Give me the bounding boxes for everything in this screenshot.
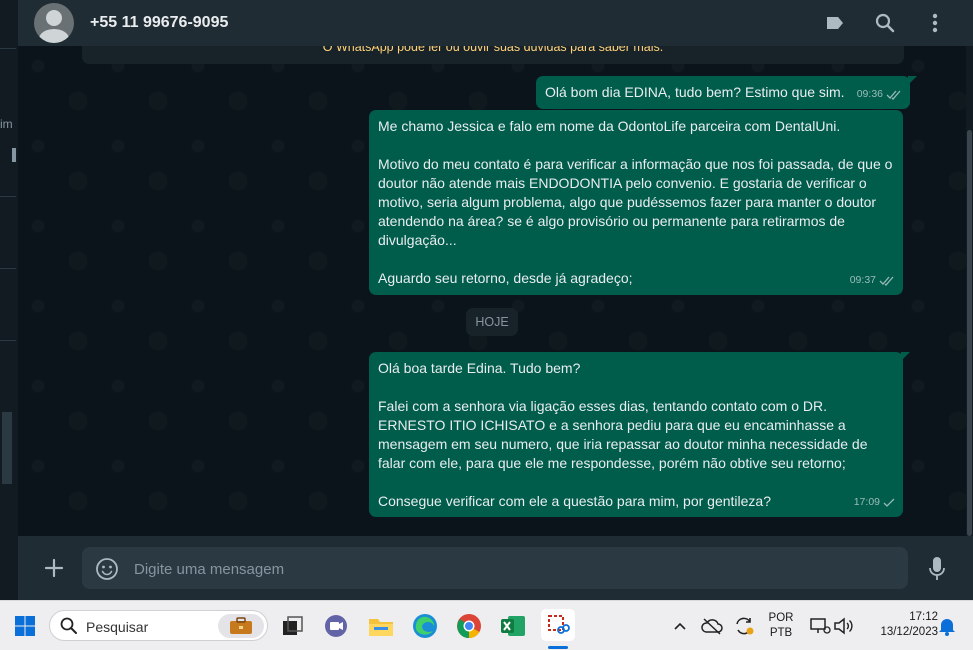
language-indicator[interactable]: POR PTB [764, 611, 798, 641]
message-meta: 09:37 [850, 271, 895, 290]
bubble-tail [908, 76, 917, 85]
file-explorer-icon[interactable] [366, 611, 396, 641]
search-icon [60, 617, 77, 634]
windows-icon [15, 616, 35, 636]
system-notice-text: O WhatsApp pode ler ou ouvir suas dúvida… [322, 46, 664, 54]
message-time: 17:09 [853, 496, 880, 508]
keyboard-layout: PTB [769, 627, 793, 639]
cloud-offline-icon[interactable] [697, 611, 727, 641]
message-text: Olá bom dia EDINA, tudo bem? Estimo que … [545, 84, 845, 100]
teams-icon[interactable] [321, 611, 351, 641]
chat-list-scrollbar[interactable] [2, 412, 12, 484]
divider [0, 268, 16, 269]
search-icon[interactable] [871, 9, 899, 37]
message-meta: 17:09 [854, 493, 895, 512]
language-code: POR [768, 612, 794, 624]
chat-list-partial-text: im [0, 117, 13, 131]
plus-icon [44, 558, 64, 578]
message-scrollbar[interactable] [966, 46, 973, 536]
date-divider-label: HOJE [475, 315, 509, 329]
unread-marker [12, 148, 16, 162]
composer [18, 536, 973, 600]
avatar[interactable] [34, 3, 74, 43]
notification-bell-icon[interactable] [932, 611, 962, 641]
message-outgoing[interactable]: Olá boa tarde Edina. Tudo bem? Falei com… [369, 352, 910, 517]
start-button[interactable] [10, 611, 40, 641]
edge-icon[interactable] [410, 611, 440, 641]
bubble-tail [901, 352, 910, 361]
divider [0, 48, 16, 49]
clock-time: 17:12 [909, 611, 938, 623]
header-actions [821, 0, 949, 46]
double-check-icon [886, 90, 901, 100]
task-view-icon[interactable] [278, 611, 308, 641]
volume-icon[interactable] [829, 611, 859, 641]
message-meta: 09:36 [857, 85, 902, 104]
message-time: 09:37 [849, 274, 876, 286]
excel-icon[interactable] [498, 611, 528, 641]
message-input-wrapper [82, 547, 908, 591]
mic-button[interactable] [924, 555, 950, 583]
chat-header[interactable]: +55 11 99676-9095 [18, 0, 973, 46]
divider [0, 196, 16, 197]
snipping-tool-icon[interactable] [541, 609, 575, 641]
microphone-icon [929, 557, 945, 580]
smiley-icon [96, 558, 118, 580]
scrollbar-thumb[interactable] [967, 130, 972, 536]
message-time: 09:36 [856, 88, 883, 100]
chevron-up-icon[interactable] [665, 611, 695, 641]
menu-icon[interactable] [921, 9, 949, 37]
double-check-icon [879, 276, 894, 286]
message-outgoing[interactable]: Olá bom dia EDINA, tudo bem? Estimo que … [536, 76, 917, 109]
single-check-icon [883, 498, 895, 507]
chat-list-edge: im [0, 0, 18, 600]
date-divider: HOJE [466, 308, 518, 336]
system-clock[interactable]: 17:12 13/12/2023 [862, 610, 938, 640]
message-outgoing[interactable]: Me chamo Jessica e falo em nome da Odont… [369, 110, 903, 295]
label-icon[interactable] [821, 9, 849, 37]
divider [0, 340, 16, 341]
message-text: Olá boa tarde Edina. Tudo bem? Falei com… [378, 360, 868, 509]
contact-name[interactable]: +55 11 99676-9095 [90, 14, 228, 32]
chrome-icon[interactable] [454, 611, 484, 641]
emoji-button[interactable] [94, 556, 120, 582]
search-placeholder: Pesquisar [86, 619, 149, 635]
sync-icon[interactable] [729, 611, 759, 641]
message-area[interactable]: O WhatsApp pode ler ou ouvir suas dúvida… [18, 46, 966, 536]
attach-button[interactable] [40, 554, 68, 582]
message-input[interactable] [132, 547, 896, 591]
message-text: Me chamo Jessica e falo em nome da Odont… [378, 118, 893, 286]
clock-date: 13/12/2023 [880, 626, 938, 638]
taskbar-search[interactable]: Pesquisar [49, 610, 268, 641]
briefcase-icon [218, 614, 264, 638]
system-notice: O WhatsApp pode ler ou ouvir suas dúvida… [82, 46, 904, 64]
os-taskbar: Pesquisar POR PTB 17:12 13/12/2023 [0, 600, 973, 650]
